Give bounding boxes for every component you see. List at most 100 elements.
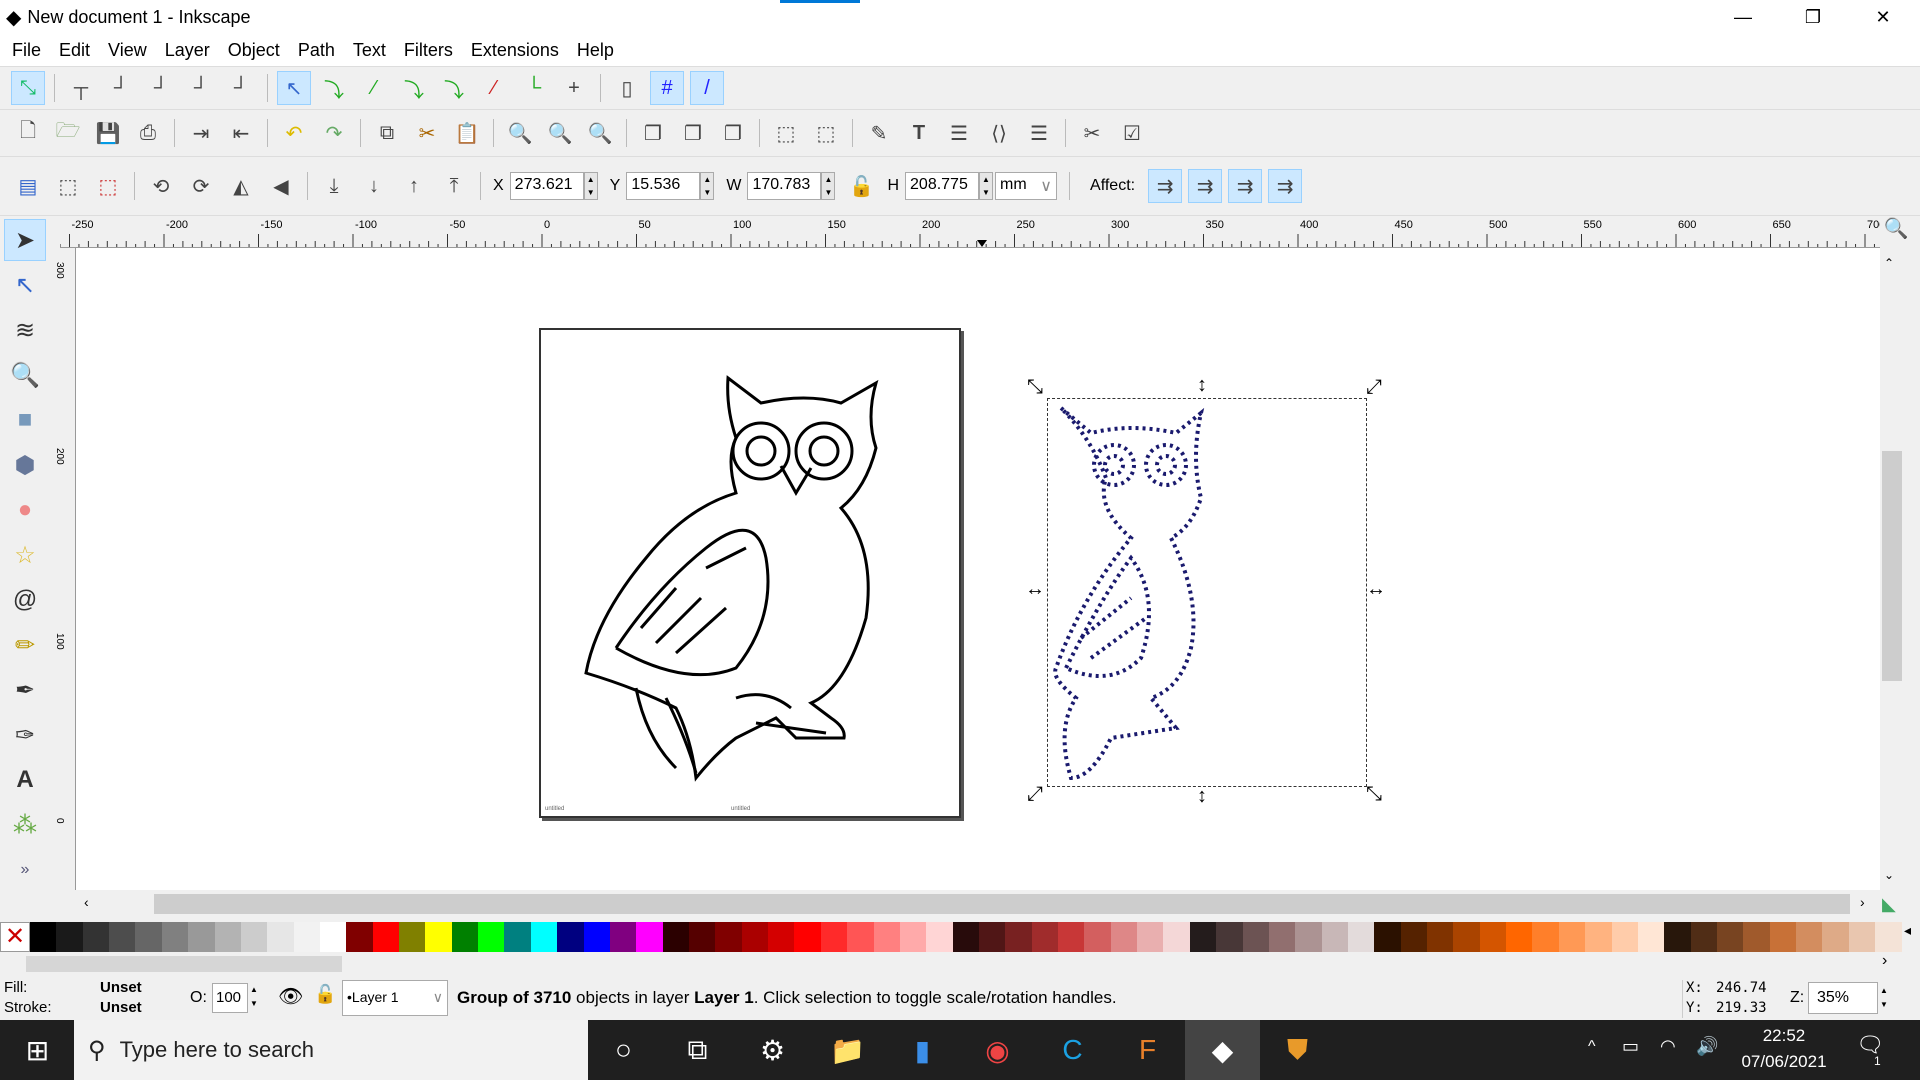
color-manage-icon[interactable]: ◣: [1882, 894, 1896, 915]
snap-rotation-center-icon[interactable]: +: [557, 71, 591, 105]
snap-midpoint-icon[interactable]: ⁄: [477, 71, 511, 105]
color-swatch[interactable]: [1506, 922, 1533, 952]
menu-path[interactable]: Path: [298, 40, 335, 61]
palette-scroll-thumb[interactable]: [26, 956, 342, 972]
scale-handle-s-icon[interactable]: ↕: [1197, 785, 1207, 808]
document-properties-icon[interactable]: ☑: [1115, 116, 1149, 150]
color-swatch[interactable]: [214, 922, 241, 952]
xml-editor-icon[interactable]: ⟨⟩: [982, 116, 1016, 150]
app-f-icon[interactable]: F: [1110, 1020, 1185, 1080]
winrar-icon[interactable]: ▮: [885, 1020, 960, 1080]
color-swatch[interactable]: [1321, 922, 1348, 952]
menu-view[interactable]: View: [108, 40, 147, 61]
unlink-clone-icon[interactable]: ❐: [716, 116, 750, 150]
open-icon[interactable]: 🗁: [51, 116, 85, 150]
scale-handle-ne-icon[interactable]: ⤢: [1366, 376, 1382, 399]
layers-icon[interactable]: ☰: [942, 116, 976, 150]
pen-tool-icon[interactable]: ✒: [4, 669, 46, 711]
search-input[interactable]: Type here to search: [120, 1037, 314, 1063]
save-icon[interactable]: 💾: [91, 116, 125, 150]
toggle-visibility-icon[interactable]: 👁: [278, 984, 303, 1009]
color-swatch[interactable]: [82, 922, 110, 952]
undo-icon[interactable]: ↶: [277, 116, 311, 150]
color-swatch[interactable]: [662, 922, 689, 952]
color-swatch[interactable]: [372, 922, 400, 952]
color-swatch[interactable]: [1453, 922, 1480, 952]
zoom-drawing-icon[interactable]: 🔍: [543, 116, 577, 150]
color-swatch[interactable]: [1268, 922, 1296, 952]
color-swatch[interactable]: [926, 922, 953, 952]
color-swatch[interactable]: [1664, 922, 1691, 952]
export-icon[interactable]: ⇤: [224, 116, 258, 150]
color-swatch[interactable]: [1848, 922, 1876, 952]
color-swatch[interactable]: [715, 922, 742, 952]
color-swatch[interactable]: [1295, 922, 1322, 952]
color-swatch[interactable]: [636, 922, 663, 952]
color-swatch[interactable]: [688, 922, 716, 952]
select-all-layers-icon[interactable]: ⬚: [51, 169, 85, 203]
y-input[interactable]: 15.536: [626, 172, 701, 200]
menu-help[interactable]: Help: [577, 40, 614, 61]
color-swatch[interactable]: [1084, 922, 1111, 952]
inkscape-taskbar-icon[interactable]: ◆: [1185, 1020, 1260, 1080]
menu-file[interactable]: File: [12, 40, 41, 61]
snap-center-icon[interactable]: └: [517, 71, 551, 105]
snap-bbox-midpoint-icon[interactable]: ┘: [184, 71, 218, 105]
snap-enable-icon[interactable]: ⤡: [11, 71, 45, 105]
color-swatch[interactable]: [451, 922, 479, 952]
color-swatch[interactable]: [1058, 922, 1085, 952]
color-swatch[interactable]: [847, 922, 874, 952]
color-swatch[interactable]: [1374, 922, 1401, 952]
menu-object[interactable]: Object: [228, 40, 280, 61]
unit-select[interactable]: mm ∨: [995, 172, 1058, 200]
h-input[interactable]: 208.775: [905, 172, 980, 200]
menu-edit[interactable]: Edit: [59, 40, 90, 61]
color-swatch[interactable]: [557, 922, 584, 952]
close-button[interactable]: ✕: [1848, 0, 1918, 34]
color-swatch[interactable]: [1031, 922, 1059, 952]
ungroup-icon[interactable]: ⬚: [809, 116, 843, 150]
snap-bbox-icon[interactable]: ┬: [64, 71, 98, 105]
color-swatch[interactable]: [56, 922, 83, 952]
palette-scrollbar[interactable]: ›: [0, 952, 1920, 976]
windows-start-icon[interactable]: ⊞: [0, 1020, 75, 1080]
scroll-down-icon[interactable]: ⌄: [1884, 868, 1894, 882]
snap-guide-icon[interactable]: /: [690, 71, 724, 105]
menu-filters[interactable]: Filters: [404, 40, 453, 61]
color-swatch[interactable]: [188, 922, 215, 952]
horizontal-scroll-thumb[interactable]: [154, 894, 1850, 914]
color-swatch[interactable]: [240, 922, 268, 952]
color-swatch[interactable]: [1690, 922, 1717, 952]
snap-bbox-corner-icon[interactable]: ┘: [144, 71, 178, 105]
wifi-icon[interactable]: ◠: [1660, 1036, 1676, 1057]
palette-menu-icon[interactable]: ◂: [1904, 922, 1911, 939]
copy-icon[interactable]: ⧉: [370, 116, 404, 150]
zoom-page-icon[interactable]: 🔍: [583, 116, 617, 150]
selection-bounding-box[interactable]: [1047, 398, 1367, 787]
app-c-icon[interactable]: C: [1035, 1020, 1110, 1080]
tray-overflow-icon[interactable]: ^: [1588, 1038, 1596, 1056]
affect-stroke-icon[interactable]: ⇉: [1148, 169, 1183, 203]
x-spinner[interactable]: ▲ ▼: [583, 172, 598, 200]
vertical-scroll-thumb[interactable]: [1882, 451, 1902, 681]
color-swatch[interactable]: [873, 922, 900, 952]
color-swatch[interactable]: [399, 922, 426, 952]
scroll-up-icon[interactable]: ⌃: [1884, 256, 1894, 270]
scale-handle-e-icon[interactable]: ↔: [1366, 578, 1386, 601]
affect-pattern-icon[interactable]: ⇉: [1268, 169, 1303, 203]
color-swatch[interactable]: [1743, 922, 1770, 952]
h-spinner[interactable]: ▲ ▼: [979, 172, 994, 200]
color-swatch[interactable]: [425, 922, 452, 952]
affect-gradient-icon[interactable]: ⇉: [1228, 169, 1263, 203]
w-input[interactable]: 170.783: [747, 172, 822, 200]
snap-bbox-center-icon[interactable]: ┘: [224, 71, 258, 105]
text-tool-icon[interactable]: A: [4, 759, 46, 801]
vertical-ruler[interactable]: 300 200 100 0: [52, 248, 76, 890]
zoom-corner-icon[interactable]: 🔍: [1880, 216, 1912, 248]
snap-page-icon[interactable]: ▯: [610, 71, 644, 105]
color-swatch[interactable]: [1611, 922, 1638, 952]
color-swatch[interactable]: [609, 922, 637, 952]
zoom-input[interactable]: 35%: [1808, 982, 1878, 1014]
deselect-icon[interactable]: ⬚: [91, 169, 125, 203]
color-swatch[interactable]: [1558, 922, 1586, 952]
